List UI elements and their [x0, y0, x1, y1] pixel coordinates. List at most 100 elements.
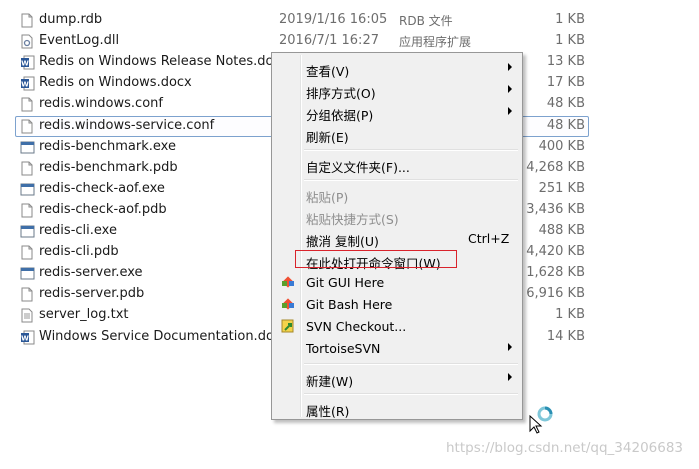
- file-size: 17 KB: [546, 75, 585, 91]
- red-annotation-box: [295, 250, 457, 268]
- file-icon: [20, 119, 35, 134]
- menu-item-properties-label: 属性(R): [306, 404, 350, 419]
- file-name: redis-server.pdb: [39, 286, 145, 302]
- file-icon: [20, 287, 35, 302]
- menu-separator: [304, 363, 518, 365]
- file-name: redis.windows.conf: [39, 96, 163, 112]
- menu-item-git-gui[interactable]: Git GUI Here: [274, 271, 520, 293]
- menu-item-undo-copy-label: 撤消 复制(U): [306, 234, 379, 249]
- menu-item-paste-shortcut-label: 粘贴快捷方式(S): [306, 212, 399, 227]
- file-name: Redis on Windows.docx: [39, 75, 192, 91]
- menu-item-git-bash[interactable]: Git Bash Here: [274, 293, 520, 315]
- context-menu: 查看(V) 排序方式(O) 分组依据(P) 刷新(E) 自定义文件夹(F)...…: [271, 52, 523, 420]
- menu-item-properties[interactable]: 属性(R): [274, 397, 520, 419]
- busy-cursor-icon: [529, 406, 555, 434]
- file-type: 应用程序扩展: [399, 35, 472, 50]
- menu-item-view[interactable]: 查看(V): [274, 57, 520, 79]
- menu-item-refresh-label: 刷新(E): [306, 130, 349, 145]
- file-name: redis-cli.pdb: [39, 244, 119, 260]
- file-size: 400 KB: [538, 138, 585, 154]
- menu-item-customize-folder[interactable]: 自定义文件夹(F)...: [274, 153, 520, 175]
- menu-item-svn-checkout[interactable]: SVN Checkout...: [274, 315, 520, 337]
- menu-item-group-by-label: 分组依据(P): [306, 108, 374, 123]
- file-size: 488 KB: [538, 223, 585, 238]
- file-icon: [20, 161, 35, 176]
- word-doc-icon: W: [20, 330, 35, 345]
- menu-item-customize-folder-label: 自定义文件夹(F)...: [306, 160, 410, 175]
- menu-item-git-bash-label: Git Bash Here: [306, 297, 393, 312]
- exe-icon: [20, 266, 35, 281]
- file-icon: [20, 203, 35, 218]
- file-name: server_log.txt: [39, 307, 129, 323]
- file-size: 14 KB: [546, 328, 585, 344]
- menu-item-view-label: 查看(V): [306, 64, 350, 79]
- menu-item-paste[interactable]: 粘贴(P): [274, 183, 520, 205]
- file-row[interactable]: EventLog.dll 2016/7/1 16:27 应用程序扩展 1 KB: [0, 31, 699, 52]
- menu-separator: [304, 393, 518, 395]
- word-doc-icon: W: [20, 55, 35, 70]
- file-size: 1 KB: [555, 33, 585, 49]
- file-name: Redis on Windows Release Notes.do...: [39, 54, 286, 70]
- menu-item-tortoise-svn[interactable]: TortoiseSVN: [274, 337, 520, 359]
- submenu-arrow-icon: [508, 373, 512, 381]
- file-icon: [20, 245, 35, 260]
- file-type: RDB 文件: [399, 14, 453, 28]
- menu-item-new-label: 新建(W): [306, 374, 354, 389]
- exe-icon: [20, 182, 35, 197]
- file-size: 48 KB: [546, 96, 585, 112]
- file-name: redis-benchmark.exe: [39, 138, 176, 154]
- file-size: 4,420 KB: [526, 244, 585, 260]
- file-name: redis-cli.exe: [39, 223, 117, 238]
- shortcut-text: Ctrl+Z: [468, 231, 510, 246]
- git-gui-icon: [280, 274, 296, 290]
- file-name: EventLog.dll: [39, 33, 120, 49]
- menu-item-new[interactable]: 新建(W): [274, 367, 520, 389]
- watermark-text: https://blog.csdn.net/qq_34206683: [446, 440, 684, 456]
- submenu-arrow-icon: [508, 63, 512, 71]
- file-size: 3,436 KB: [526, 201, 585, 217]
- text-file-icon: [20, 308, 35, 323]
- file-name: Windows Service Documentation.docx: [39, 328, 289, 344]
- file-size: 1 KB: [555, 307, 585, 323]
- menu-item-paste-label: 粘贴(P): [306, 190, 349, 205]
- file-row[interactable]: dump.rdb 2019/1/16 16:05 RDB 文件 1 KB: [0, 10, 699, 31]
- svn-checkout-icon: [280, 318, 296, 334]
- file-date: 2016/7/1 16:27: [279, 33, 379, 49]
- svg-text:W: W: [21, 81, 29, 89]
- menu-item-sort-by-label: 排序方式(O): [306, 86, 376, 101]
- dll-icon: [20, 34, 35, 49]
- submenu-arrow-icon: [508, 85, 512, 93]
- file-size: 1,628 KB: [526, 265, 585, 281]
- file-icon: [20, 97, 35, 112]
- file-size: 1 KB: [555, 12, 585, 27]
- file-name: redis-server.exe: [39, 265, 143, 281]
- file-name: redis-check-aof.pdb: [39, 201, 167, 217]
- file-icon: [20, 13, 35, 28]
- menu-item-sort-by[interactable]: 排序方式(O): [274, 79, 520, 101]
- menu-item-paste-shortcut[interactable]: 粘贴快捷方式(S): [274, 205, 520, 227]
- file-size: 251 KB: [538, 180, 585, 196]
- submenu-arrow-icon: [508, 107, 512, 115]
- menu-item-refresh[interactable]: 刷新(E): [274, 123, 520, 145]
- git-bash-icon: [280, 296, 296, 312]
- file-name: dump.rdb: [39, 12, 103, 27]
- menu-item-undo-copy[interactable]: 撤消 复制(U) Ctrl+Z: [274, 227, 520, 249]
- file-name: redis-check-aof.exe: [39, 180, 165, 196]
- submenu-arrow-icon: [508, 343, 512, 351]
- word-doc-icon: W: [20, 76, 35, 91]
- menu-item-tortoise-svn-label: TortoiseSVN: [306, 341, 381, 356]
- file-size: 13 KB: [546, 54, 585, 70]
- menu-separator: [304, 179, 518, 181]
- menu-item-group-by[interactable]: 分组依据(P): [274, 101, 520, 123]
- svg-text:W: W: [21, 60, 29, 68]
- file-name: redis.windows-service.conf: [39, 117, 215, 133]
- menu-item-svn-checkout-label: SVN Checkout...: [306, 319, 407, 334]
- file-size: 48 KB: [546, 117, 585, 133]
- svg-text:W: W: [21, 334, 29, 342]
- file-name: redis-benchmark.pdb: [39, 159, 178, 175]
- exe-icon: [20, 140, 35, 155]
- file-date: 2019/1/16 16:05: [279, 12, 388, 27]
- menu-item-git-gui-label: Git GUI Here: [306, 275, 385, 290]
- exe-icon: [20, 224, 35, 239]
- file-size: 6,916 KB: [526, 286, 585, 302]
